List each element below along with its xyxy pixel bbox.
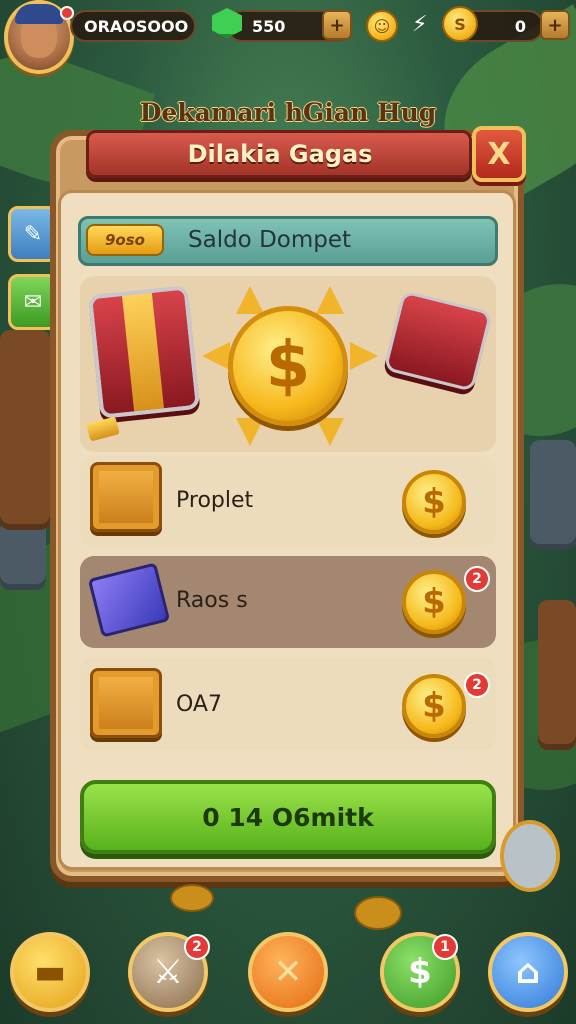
count-badge: 2: [464, 672, 490, 698]
home-icon: ⌂: [515, 952, 541, 992]
scroll-icon: ✉: [23, 289, 43, 315]
wallet-label: Saldo Dompet: [188, 227, 352, 253]
gem-value: 550: [252, 16, 286, 36]
currency-value: 0: [514, 16, 526, 36]
lightning-icon: ⚡: [412, 12, 428, 37]
red-chest-icon: [87, 285, 201, 419]
sun-ray: [350, 342, 378, 370]
gold-crate-icon: [90, 462, 162, 532]
add-currency-label: +: [547, 14, 563, 36]
bg-stone: [530, 440, 576, 550]
add-currency-button[interactable]: +: [540, 10, 570, 40]
panel-header-title: Dekamari hGian Hug: [139, 98, 437, 127]
battle-icon: ✕: [273, 952, 303, 992]
list-item-label: Raos s: [176, 588, 248, 613]
nav-shop-badge: 1: [432, 934, 458, 960]
list-item-label: OA7: [176, 692, 222, 717]
coin-icon: $: [402, 674, 466, 738]
sun-ray: [316, 286, 344, 314]
nav-gold-button[interactable]: ▬: [10, 932, 90, 1012]
nav-sword-badge: 2: [184, 934, 210, 960]
panel-title: Dilakia Gagas: [187, 140, 373, 168]
avatar-face: [15, 4, 63, 58]
sun-ray: [316, 418, 344, 446]
gold-crate-icon: [90, 668, 162, 738]
wallet-badge: 9oso: [86, 224, 164, 256]
bg-coin-stack: [354, 896, 402, 930]
bg-stone: [538, 600, 576, 750]
nav-home-button[interactable]: ⌂: [488, 932, 568, 1012]
gold-bar-icon: ▬: [33, 952, 67, 992]
chest-strap: [122, 292, 164, 412]
big-coin-icon: $: [228, 306, 348, 426]
bg-coin-stack: [170, 884, 214, 912]
quest-icon: ✎: [23, 221, 43, 247]
confirm-label: 0 14 O6mitk: [202, 802, 374, 832]
confirm-button[interactable]: 0 14 O6mitk: [80, 780, 496, 854]
list-item-label: Proplet: [176, 488, 254, 513]
coin-icon: $: [402, 470, 466, 534]
avatar-cap: [15, 4, 63, 24]
coin-icon: S: [442, 6, 478, 42]
close-button[interactable]: X: [472, 126, 526, 182]
sword-icon: ⚔: [152, 952, 184, 992]
add-gems-button[interactable]: +: [322, 10, 352, 40]
add-gems-label: +: [329, 14, 345, 36]
nav-battle-button[interactable]: ✕: [248, 932, 328, 1012]
top-bar: ORAOSOOO 550 + ☺ ⚡ 0 S +: [0, 0, 576, 74]
player-name-pill: ORAOSOOO: [70, 10, 196, 42]
close-icon: X: [487, 136, 511, 172]
player-name: ORAOSOOO: [84, 16, 189, 36]
sun-ray: [236, 286, 264, 314]
count-badge: 2: [464, 566, 490, 592]
coin-icon: $: [402, 570, 466, 634]
bg-stone: [0, 520, 46, 590]
shop-icon: $: [408, 952, 432, 992]
bg-stone: [0, 330, 50, 530]
sun-ray: [236, 418, 264, 446]
sun-ray: [202, 342, 230, 370]
smile-token-icon[interactable]: ☺: [366, 10, 398, 42]
bg-coin: [500, 820, 560, 892]
